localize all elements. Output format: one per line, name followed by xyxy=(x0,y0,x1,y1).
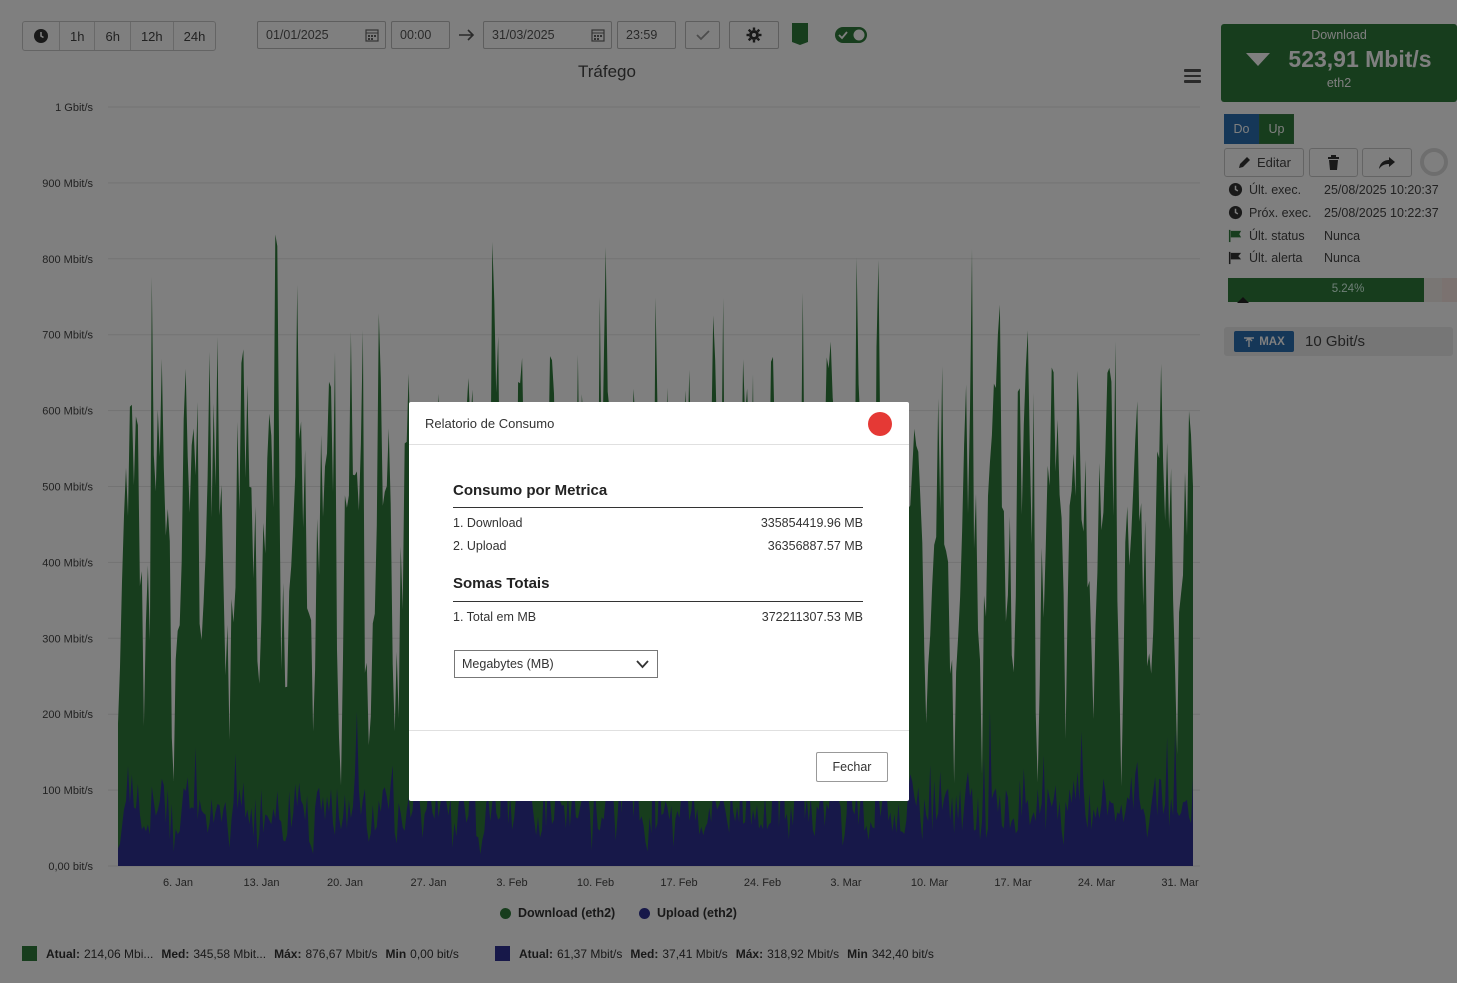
unit-select-value: Megabytes (MB) xyxy=(462,657,554,671)
total-row: 1. Total em MB 372211307.53 MB xyxy=(453,610,863,624)
metric-label: 1. Download xyxy=(453,516,523,530)
total-label: 1. Total em MB xyxy=(453,610,537,624)
divider xyxy=(453,507,863,508)
section-consumption-title: Consumo por Metrica xyxy=(453,482,608,499)
close-circle-button[interactable] xyxy=(868,412,892,436)
consumption-report-modal: Relatorio de Consumo Consumo por Metrica… xyxy=(409,402,909,801)
divider xyxy=(453,601,863,602)
metric-value: 36356887.57 MB xyxy=(767,539,863,553)
metric-value: 335854419.96 MB xyxy=(760,516,863,530)
close-button[interactable]: Fechar xyxy=(816,752,888,782)
section-totals-title: Somas Totais xyxy=(453,575,550,592)
chevron-down-icon xyxy=(636,660,649,669)
total-value: 372211307.53 MB xyxy=(761,610,863,624)
modal-header: Relatorio de Consumo xyxy=(409,402,909,445)
modal-title: Relatorio de Consumo xyxy=(425,415,555,431)
modal-footer-divider xyxy=(409,730,909,731)
metric-row: 1. Download 335854419.96 MB xyxy=(453,516,863,530)
unit-select[interactable]: Megabytes (MB) xyxy=(454,650,658,678)
metric-row: 2. Upload 36356887.57 MB xyxy=(453,539,863,553)
metric-label: 2. Upload xyxy=(453,539,507,553)
